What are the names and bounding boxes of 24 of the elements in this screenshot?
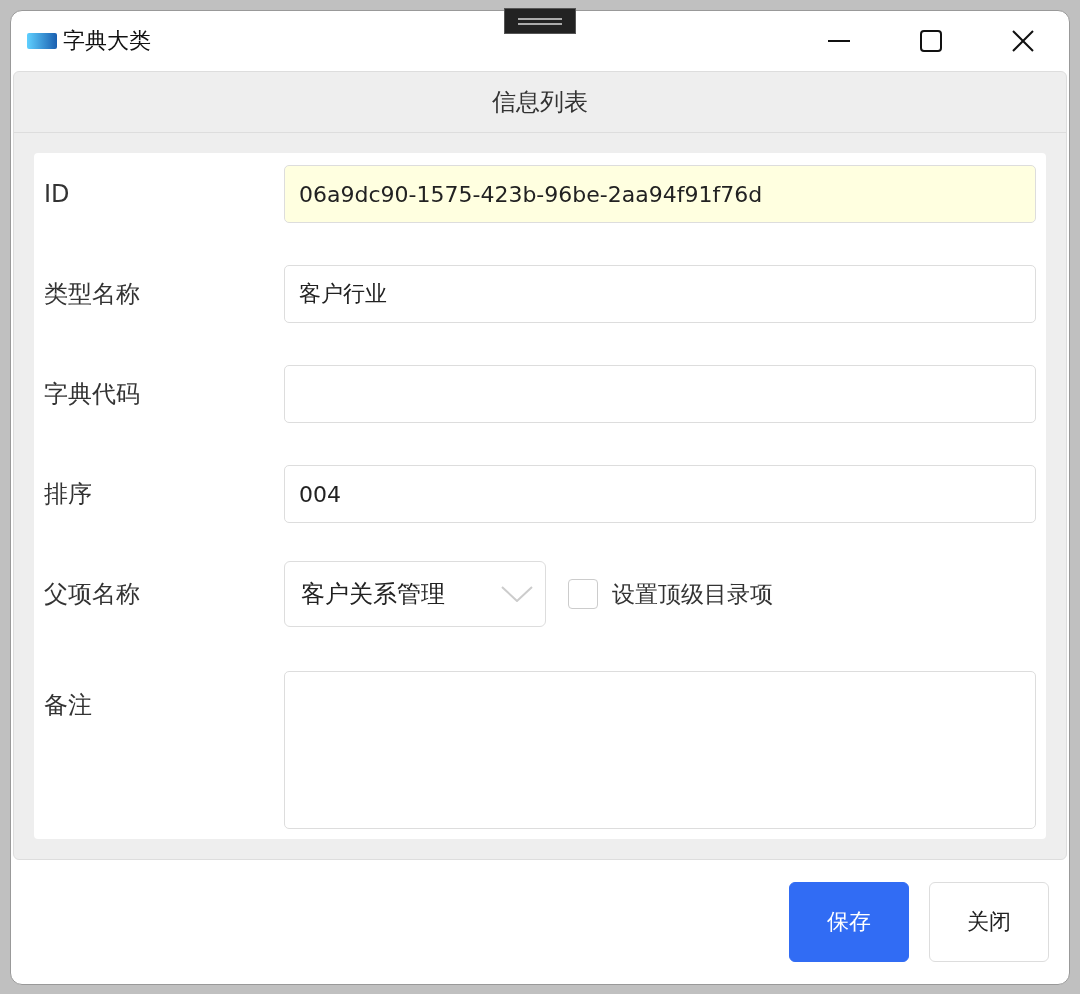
text-field[interactable]: 客户行业	[284, 265, 1036, 323]
window-title: 字典大类	[63, 27, 151, 55]
field-label: 字典代码	[44, 379, 141, 410]
save-button[interactable]: 保存	[789, 882, 909, 962]
drag-handle-icon[interactable]	[504, 8, 576, 34]
app-logo-icon	[27, 33, 57, 49]
close-dialog-button[interactable]: 关闭	[929, 882, 1049, 962]
close-icon	[1011, 29, 1035, 53]
field-label: 排序	[44, 479, 93, 510]
chevron-down-icon	[501, 586, 533, 602]
maximize-icon	[920, 30, 942, 52]
remarks-field[interactable]	[284, 671, 1036, 829]
field-label: 父项名称	[44, 579, 141, 610]
field-label: 类型名称	[44, 279, 141, 310]
minimize-icon	[827, 40, 851, 42]
field-label: 备注	[44, 690, 93, 721]
checkbox-label: 设置顶级目录项	[612, 579, 773, 609]
text-field[interactable]: 06a9dc90-1575-423b-96be-2aa94f91f76d	[284, 165, 1036, 223]
checkbox[interactable]	[568, 579, 598, 609]
text-field[interactable]	[284, 365, 1036, 423]
text-field[interactable]: 004	[284, 465, 1036, 523]
panel-title: 信息列表	[14, 72, 1066, 133]
field-label: ID	[44, 180, 71, 208]
dropdown[interactable]: 客户关系管理	[284, 561, 546, 627]
